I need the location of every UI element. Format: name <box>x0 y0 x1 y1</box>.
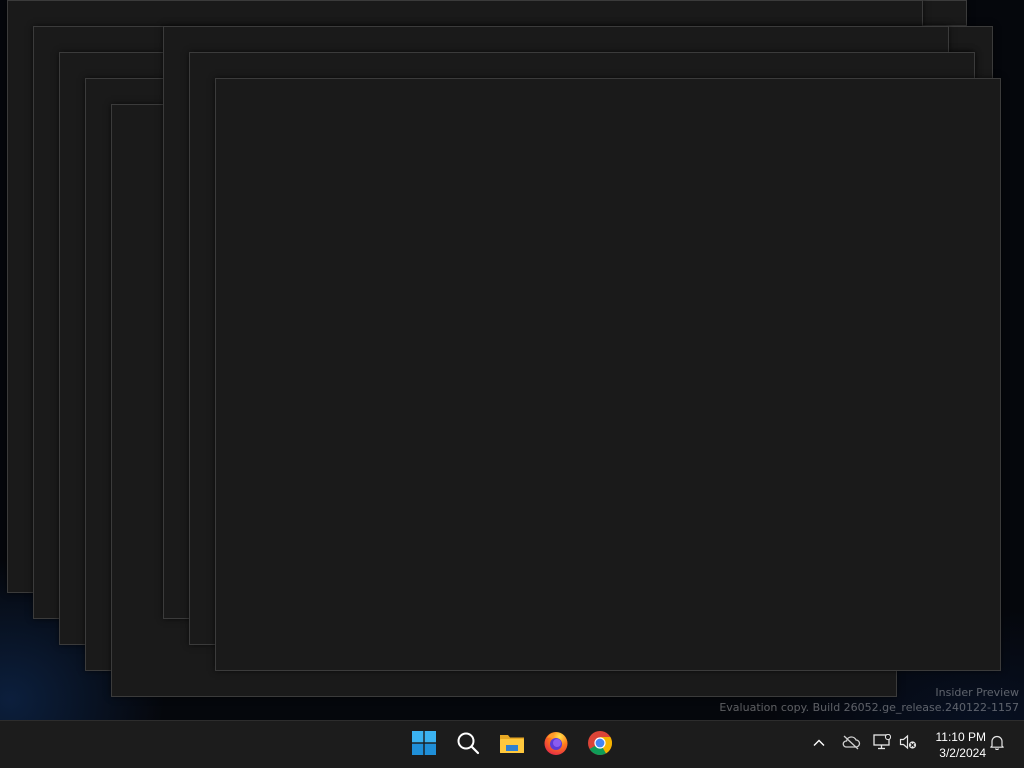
clock-time: 11:10 PM <box>935 730 986 744</box>
volume-tray-button[interactable] <box>895 731 921 757</box>
chrome-icon <box>587 730 613 760</box>
desktop[interactable]: Insider Preview Evaluation copy. Build 2… <box>0 0 1024 720</box>
network-tray-button[interactable] <box>869 731 895 757</box>
search-icon <box>456 731 480 759</box>
desktop-watermark: Insider Preview Evaluation copy. Build 2… <box>719 685 1019 715</box>
app-window-9[interactable] <box>215 78 1001 671</box>
show-hidden-icons-button[interactable] <box>806 731 832 757</box>
file-explorer-button[interactable] <box>492 725 532 765</box>
watermark-line-1: Insider Preview <box>935 686 1019 699</box>
windows-logo-icon <box>412 731 436 759</box>
clock[interactable]: 11:10 PM 3/2/2024 <box>924 729 986 761</box>
folder-icon <box>499 731 525 759</box>
clock-date: 3/2/2024 <box>939 746 986 760</box>
firefox-button[interactable] <box>536 725 576 765</box>
onedrive-offline-icon <box>841 734 861 754</box>
network-icon <box>873 733 892 754</box>
start-button[interactable] <box>404 725 444 765</box>
onedrive-tray-button[interactable] <box>838 731 864 757</box>
notifications-button[interactable] <box>984 731 1010 757</box>
notification-bell-icon <box>989 734 1005 754</box>
watermark-line-2: Evaluation copy. Build 26052.ge_release.… <box>719 701 1019 714</box>
taskbar: 11:10 PM 3/2/2024 <box>0 720 1024 768</box>
search-button[interactable] <box>448 725 488 765</box>
firefox-icon <box>543 730 569 760</box>
chevron-up-icon <box>812 735 826 754</box>
volume-muted-icon <box>899 734 917 754</box>
chrome-button[interactable] <box>580 725 620 765</box>
